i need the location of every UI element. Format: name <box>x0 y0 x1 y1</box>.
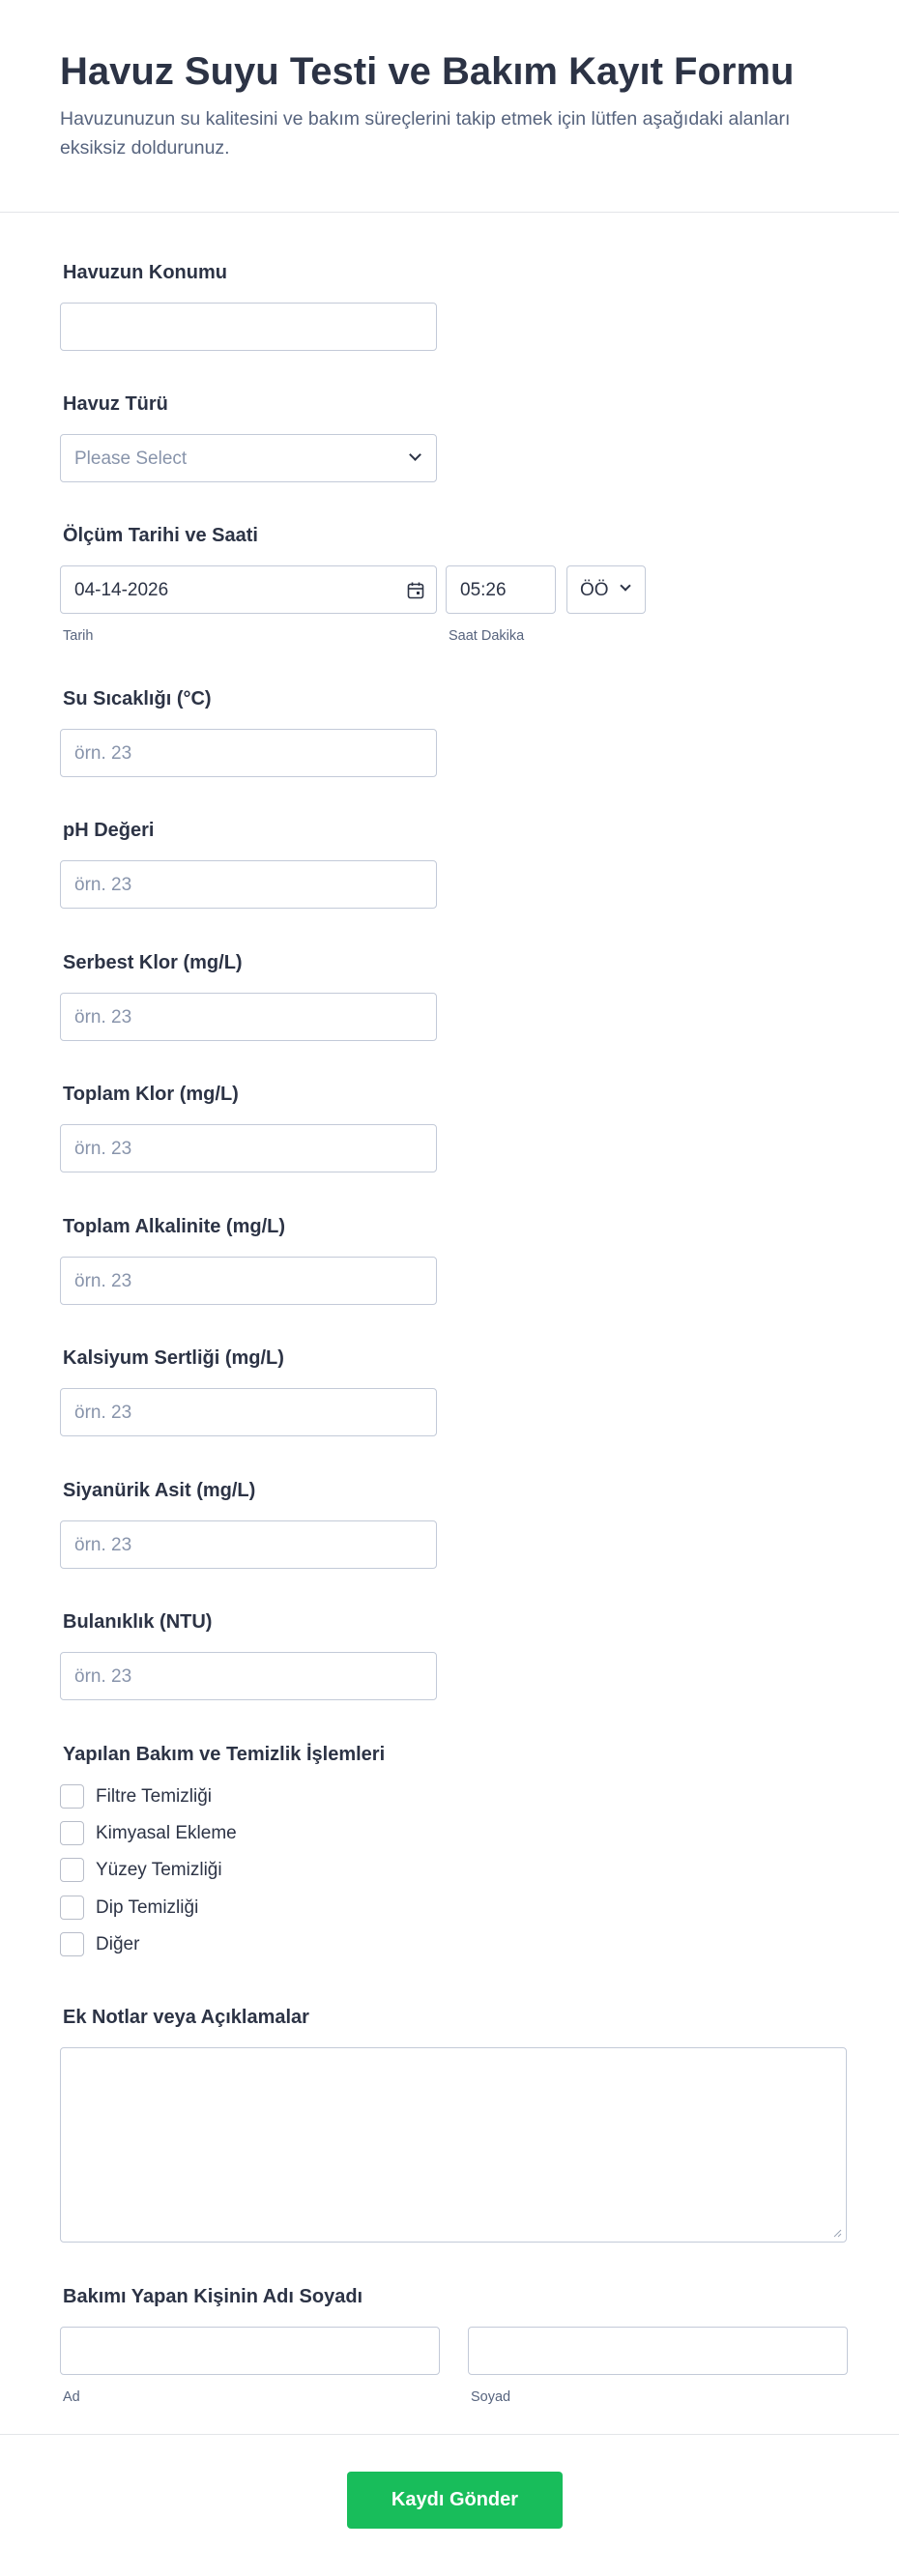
maintenance-label: Yapılan Bakım ve Temizlik İşlemleri <box>63 1744 386 1765</box>
form-title: Havuz Suyu Testi ve Bakım Kayıt Formu <box>60 50 795 93</box>
pool-type-select[interactable]: Please Select <box>60 434 437 482</box>
calcium-input[interactable]: örn. 23 <box>60 1388 437 1436</box>
total-chlorine-input[interactable]: örn. 23 <box>60 1124 437 1172</box>
checkbox[interactable] <box>60 1821 84 1845</box>
date-value: 04-14-2026 <box>74 580 169 600</box>
resize-grip-icon[interactable] <box>832 2228 842 2238</box>
chevron-down-icon <box>620 580 631 592</box>
ampm-value: ÖÖ <box>580 580 609 600</box>
alkalinity-label: Toplam Alkalinite (mg/L) <box>63 1216 286 1237</box>
pool-type-placeholder: Please Select <box>74 449 188 469</box>
ph-placeholder: örn. 23 <box>74 875 132 895</box>
turbidity-input[interactable]: örn. 23 <box>60 1652 437 1700</box>
total-chlorine-label: Toplam Klor (mg/L) <box>63 1084 239 1105</box>
notes-label: Ek Notlar veya Açıklamalar <box>63 2007 309 2028</box>
cyanuric-input[interactable]: örn. 23 <box>60 1520 437 1569</box>
time-sublabel: Saat Dakika <box>449 628 525 644</box>
free-chlorine-label: Serbest Klor (mg/L) <box>63 952 243 973</box>
ph-input[interactable]: örn. 23 <box>60 860 437 909</box>
checkbox-label: Dip Temizliği <box>96 1897 199 1918</box>
water-temp-input[interactable]: örn. 23 <box>60 729 437 777</box>
submit-button[interactable]: Kaydı Gönder <box>347 2472 563 2529</box>
alkalinity-placeholder: örn. 23 <box>74 1271 132 1291</box>
turbidity-label: Bulanıklık (NTU) <box>63 1611 213 1633</box>
first-name-sublabel: Ad <box>63 2389 80 2405</box>
water-temp-label: Su Sıcaklığı (°C) <box>63 688 212 709</box>
checkbox[interactable] <box>60 1932 84 1956</box>
date-sublabel: Tarih <box>63 628 94 644</box>
date-input[interactable]: 04-14-2026 <box>60 565 437 614</box>
checkbox-label: Kimyasal Ekleme <box>96 1823 237 1843</box>
checkbox-label: Filtre Temizliği <box>96 1786 213 1807</box>
cyanuric-placeholder: örn. 23 <box>74 1535 132 1555</box>
free-chlorine-placeholder: örn. 23 <box>74 1007 132 1028</box>
cyanuric-label: Siyanürik Asit (mg/L) <box>63 1480 256 1501</box>
notes-textarea[interactable] <box>60 2047 847 2243</box>
checkbox-label: Diğer <box>96 1934 140 1954</box>
form-header: Havuz Suyu Testi ve Bakım Kayıt Formu Ha… <box>0 0 899 213</box>
free-chlorine-input[interactable]: örn. 23 <box>60 993 437 1041</box>
time-value: 05:26 <box>460 580 507 600</box>
calcium-label: Kalsiyum Sertliği (mg/L) <box>63 1347 284 1369</box>
pool-location-label: Havuzun Konumu <box>63 262 227 283</box>
measurement-label: Ölçüm Tarihi ve Saati <box>63 525 258 546</box>
alkalinity-input[interactable]: örn. 23 <box>60 1257 437 1305</box>
checkbox-label: Yüzey Temizliği <box>96 1860 222 1880</box>
water-temp-placeholder: örn. 23 <box>74 743 132 764</box>
ampm-select[interactable]: ÖÖ <box>566 565 646 614</box>
footer-divider <box>0 2434 899 2435</box>
pool-type-label: Havuz Türü <box>63 393 168 415</box>
calcium-placeholder: örn. 23 <box>74 1403 132 1423</box>
person-label: Bakımı Yapan Kişinin Adı Soyadı <box>63 2286 363 2307</box>
checkbox[interactable] <box>60 1784 84 1809</box>
first-name-input[interactable] <box>60 2327 440 2375</box>
pool-location-input[interactable] <box>60 303 437 351</box>
total-chlorine-placeholder: örn. 23 <box>74 1139 132 1159</box>
last-name-sublabel: Soyad <box>471 2389 511 2405</box>
time-input[interactable]: 05:26 <box>446 565 556 614</box>
turbidity-placeholder: örn. 23 <box>74 1666 132 1687</box>
chevron-down-icon <box>409 449 421 461</box>
form-subtitle: Havuzunuzun su kalitesini ve bakım süreç… <box>60 108 791 159</box>
ph-label: pH Değeri <box>63 820 155 841</box>
checkbox[interactable] <box>60 1858 84 1882</box>
last-name-input[interactable] <box>468 2327 848 2375</box>
calendar-icon[interactable] <box>406 581 425 600</box>
checkbox[interactable] <box>60 1896 84 1920</box>
